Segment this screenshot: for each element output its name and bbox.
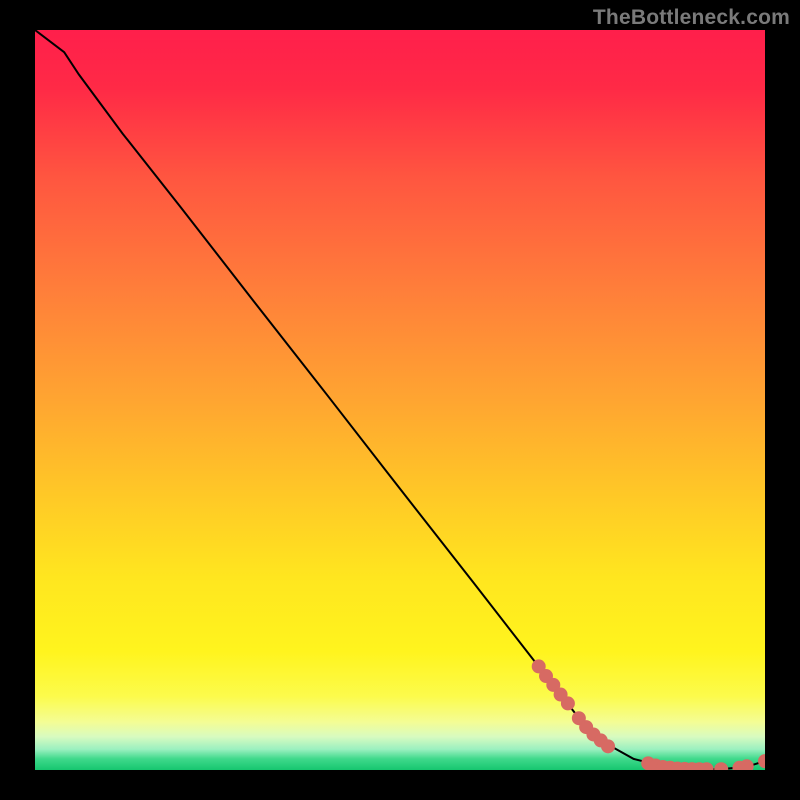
watermark-text: TheBottleneck.com (593, 6, 790, 30)
bottleneck-curve (35, 30, 765, 769)
data-marker (561, 697, 574, 710)
data-marker (759, 755, 766, 768)
data-marker (740, 760, 753, 770)
overlay-svg (35, 30, 765, 770)
plot-area (35, 30, 765, 770)
data-marker (602, 740, 615, 753)
marker-group (532, 660, 765, 770)
chart-stage: TheBottleneck.com (0, 0, 800, 800)
data-marker (715, 763, 728, 770)
